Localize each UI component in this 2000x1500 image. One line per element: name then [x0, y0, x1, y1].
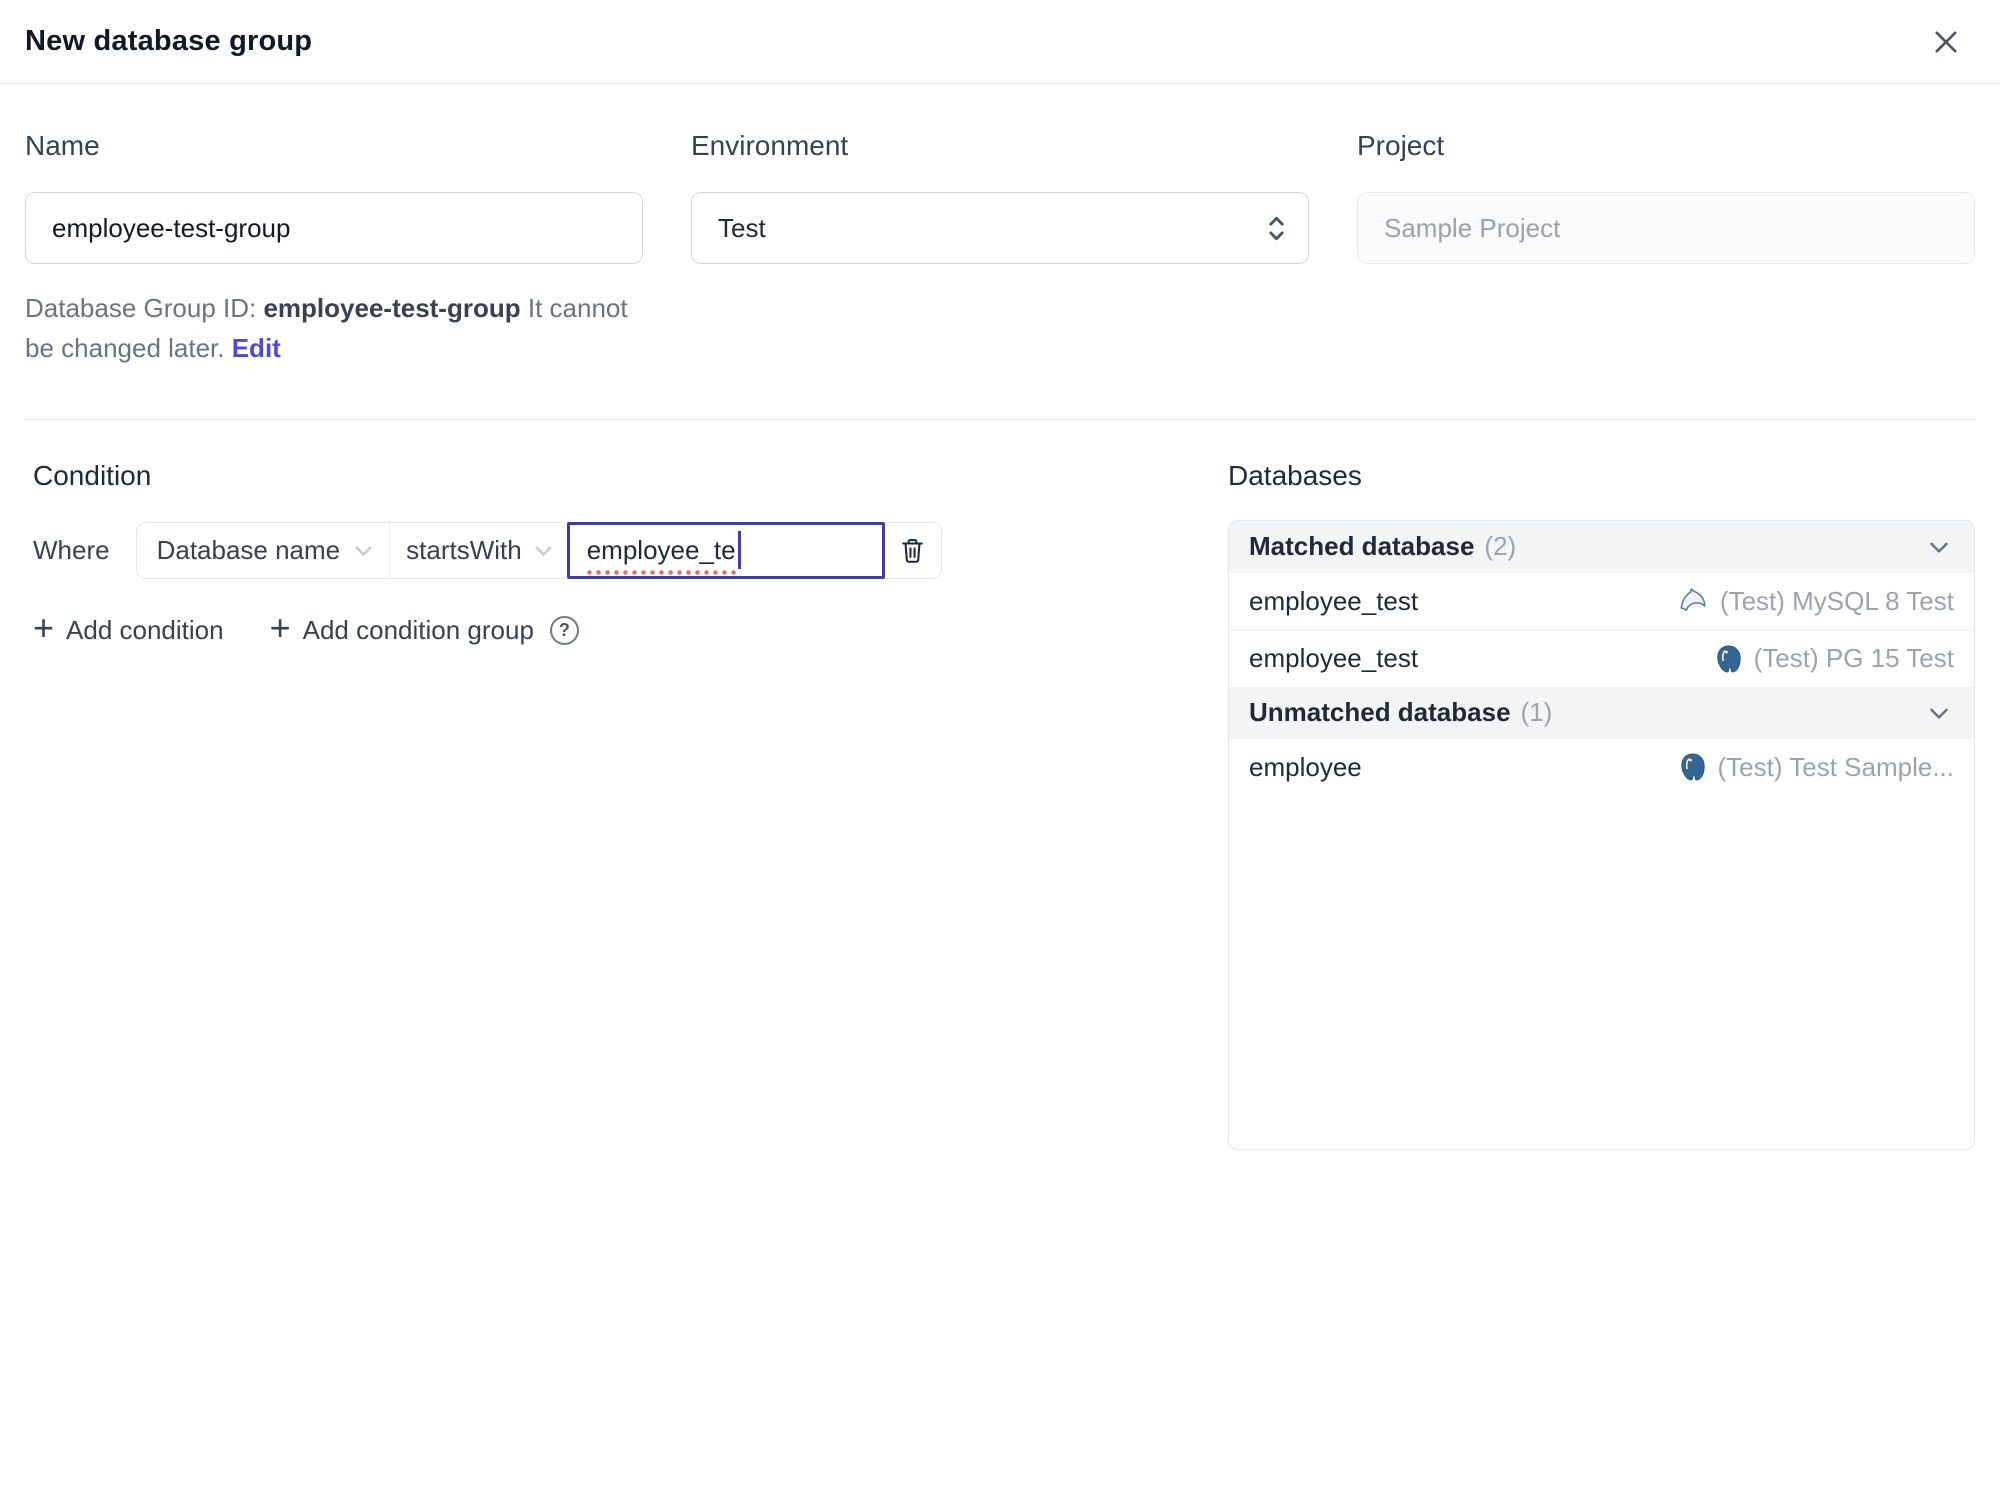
database-instance-label: (Test) PG 15 Test [1753, 643, 1954, 674]
condition-actions: + Add condition + Add condition group ? [33, 607, 955, 649]
database-instance: (Test) MySQL 8 Test [1676, 586, 1954, 617]
database-row: employee_test (Test) PG 15 Test [1229, 629, 1974, 687]
matched-database-count: (2) [1484, 531, 1517, 562]
project-label: Project [1357, 130, 1445, 161]
group-form: Name Database Group ID: employee-test-gr… [0, 130, 2000, 369]
project-field-group: Project Sample Project [1357, 130, 1975, 369]
database-instance: (Test) Test Sample... [1678, 751, 1955, 783]
database-instance-label: (Test) MySQL 8 Test [1719, 585, 1954, 616]
matched-database-header[interactable]: Matched database (2) [1229, 520, 1974, 573]
condition-operator-value: startsWith [406, 534, 522, 565]
delete-condition-button[interactable] [884, 521, 942, 579]
group-id-note-prefix: Database Group ID: [25, 293, 264, 323]
condition-section: Condition Where Database name startsWith… [25, 460, 955, 646]
project-value: Sample Project [1384, 212, 1561, 243]
database-name: employee [1249, 751, 1362, 782]
condition-field-value: Database name [156, 534, 341, 565]
environment-label: Environment [691, 130, 849, 161]
databases-panel-empty-area [1229, 795, 1974, 1149]
trash-icon [902, 538, 924, 563]
database-name: employee_test [1249, 585, 1419, 616]
postgres-icon [1716, 645, 1741, 672]
add-condition-button[interactable]: + Add condition [33, 607, 224, 649]
unmatched-database-count: (1) [1520, 697, 1553, 728]
group-id-note: Database Group ID: employee-test-group I… [25, 288, 643, 369]
matched-database-title: Matched database [1249, 531, 1475, 562]
chevron-down-icon [1930, 708, 1948, 719]
text-cursor [737, 531, 741, 570]
database-instance: (Test) PG 15 Test [1714, 643, 1954, 674]
dialog-header: New database group [0, 0, 2000, 84]
plus-icon: + [269, 607, 291, 649]
condition-operator-selector[interactable]: startsWith [389, 521, 567, 579]
environment-select[interactable]: Test [691, 192, 1309, 264]
unmatched-database-title: Unmatched database [1249, 697, 1511, 728]
postgres-icon [1680, 753, 1705, 781]
page-title: New database group [25, 25, 313, 57]
help-icon[interactable]: ? [549, 615, 579, 645]
unmatched-database-header[interactable]: Unmatched database (1) [1229, 686, 1974, 739]
close-icon [1935, 30, 1957, 53]
add-condition-group-button[interactable]: + Add condition group [269, 607, 534, 649]
where-label: Where [33, 534, 110, 565]
database-instance-label: (Test) Test Sample... [1717, 751, 1955, 782]
chevron-down-icon [1930, 542, 1948, 553]
condition-value-text: employee_te [584, 534, 740, 575]
condition-field-selector[interactable]: Database name [135, 521, 390, 579]
name-label: Name [25, 130, 100, 161]
databases-section: Databases Matched database (2) employee_… [1228, 460, 1975, 1150]
chevron-down-icon [355, 545, 372, 556]
condition-row: Where Database name startsWith employee_… [33, 521, 955, 579]
condition-heading: Condition [33, 459, 152, 491]
databases-heading: Databases [1228, 459, 1362, 491]
group-id-value: employee-test-group [263, 293, 521, 323]
edit-id-link[interactable]: Edit [232, 333, 281, 363]
plus-icon: + [33, 607, 55, 649]
mysql-icon [1680, 588, 1706, 612]
name-field-group: Name Database Group ID: employee-test-gr… [25, 130, 643, 369]
databases-panel: Matched database (2) employee_test (Test… [1228, 519, 1975, 1150]
chevron-down-icon [535, 545, 552, 556]
section-divider [25, 418, 1975, 420]
add-condition-label: Add condition [66, 614, 224, 645]
close-button[interactable] [1922, 18, 1970, 66]
add-condition-group-label: Add condition group [302, 614, 534, 645]
project-input[interactable]: Sample Project [1357, 192, 1975, 264]
name-input[interactable] [25, 192, 643, 264]
database-row: employee_test (Test) MySQL 8 Test [1229, 572, 1974, 630]
database-name: employee_test [1249, 643, 1419, 674]
environment-field-group: Environment Test [691, 130, 1309, 369]
environment-selected-value: Test [718, 212, 766, 243]
database-row: employee (Test) Test Sample... [1229, 738, 1974, 796]
select-updown-icon [1269, 216, 1284, 240]
condition-value-input[interactable]: employee_te [566, 521, 885, 579]
